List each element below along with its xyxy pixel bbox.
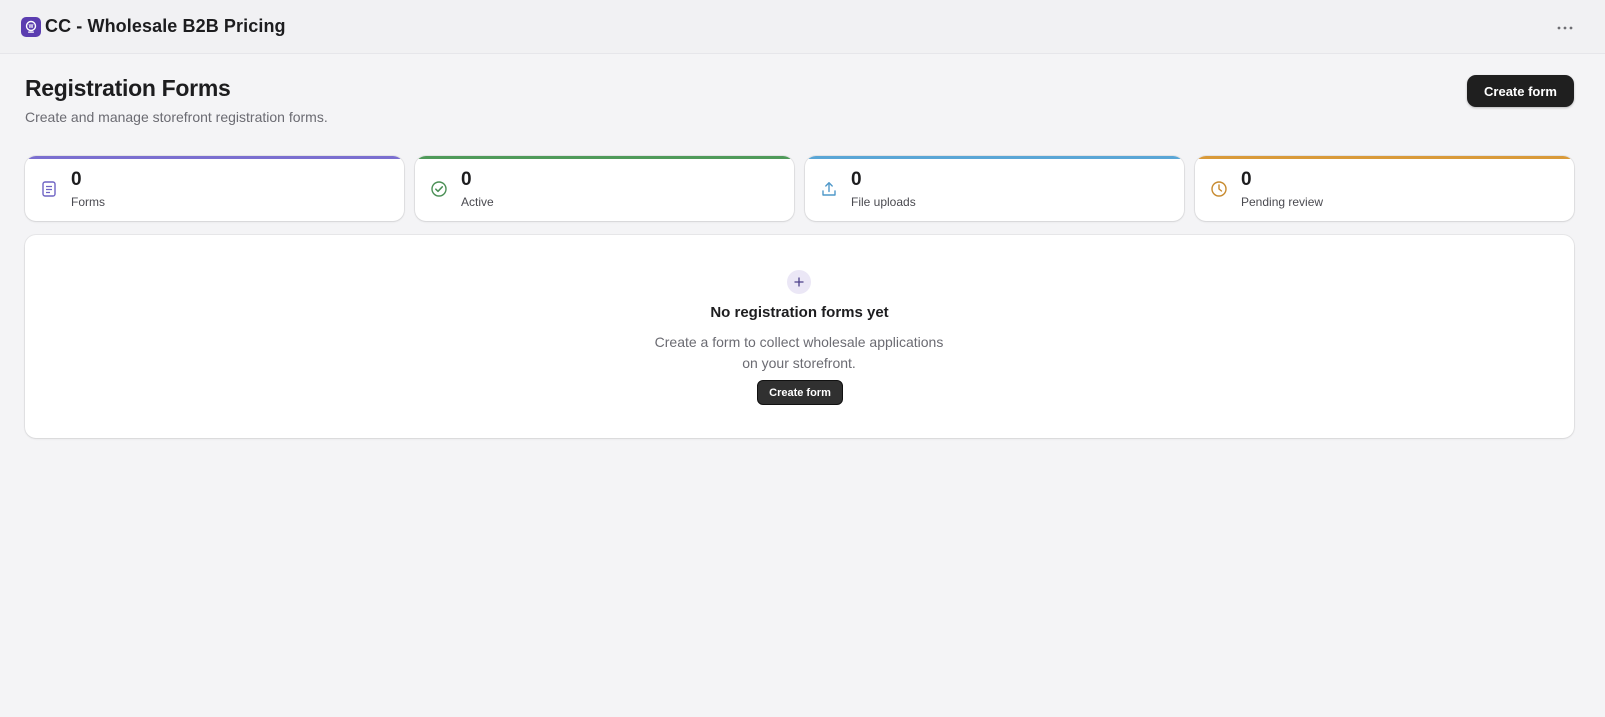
clock-icon [1208, 178, 1230, 200]
app-logo-icon: W [21, 17, 41, 37]
stat-value: 0 [71, 169, 82, 190]
plus-icon [787, 270, 811, 294]
create-form-button[interactable]: Create form [1467, 75, 1574, 107]
app-header: W CC - Wholesale B2B Pricing [0, 0, 1605, 54]
stat-label: File uploads [851, 195, 916, 209]
document-icon [38, 178, 60, 200]
stat-value: 0 [851, 169, 862, 190]
stat-accent-bar [415, 156, 794, 159]
stat-label: Forms [71, 195, 105, 209]
empty-state-create-form-button[interactable]: Create form [757, 380, 843, 405]
more-options-button[interactable] [1551, 17, 1579, 39]
stat-card-pending-review: 0 Pending review [1195, 156, 1574, 221]
stat-value: 0 [461, 169, 472, 190]
stat-card-active: 0 Active [415, 156, 794, 221]
stat-label: Active [461, 195, 494, 209]
empty-state-panel: No registration forms yet Create a form … [25, 235, 1574, 438]
more-horizontal-icon [1557, 26, 1573, 30]
stat-accent-bar [25, 156, 404, 159]
page-subtitle: Create and manage storefront registratio… [25, 109, 328, 125]
stat-card-file-uploads: 0 File uploads [805, 156, 1184, 221]
stat-value: 0 [1241, 169, 1252, 190]
page-title: Registration Forms [25, 75, 231, 101]
stat-label: Pending review [1241, 195, 1324, 209]
empty-state-title: No registration forms yet [710, 304, 889, 321]
svg-text:W: W [29, 24, 34, 30]
stat-accent-bar [805, 156, 1184, 159]
stat-card-forms: 0 Forms [25, 156, 404, 221]
app-title: CC - Wholesale B2B Pricing [45, 16, 286, 36]
upload-icon [818, 178, 840, 200]
stat-accent-bar [1195, 156, 1574, 159]
empty-state-description: Create a form to collect wholesale appli… [654, 334, 944, 371]
check-circle-icon [428, 178, 450, 200]
